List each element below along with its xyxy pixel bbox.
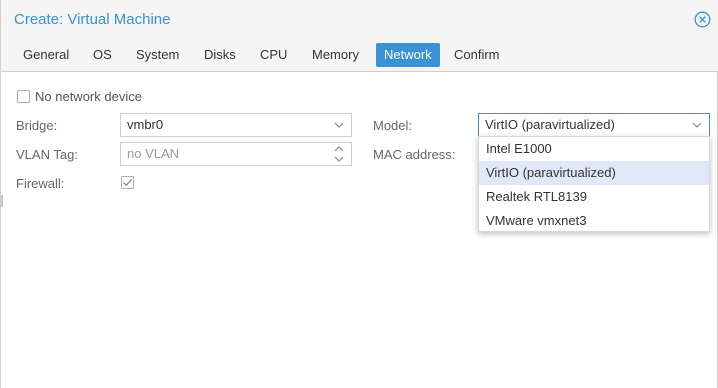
dialog-titlebar: Create: Virtual Machine bbox=[1, 0, 718, 38]
mac-address-label: MAC address: bbox=[373, 147, 456, 162]
bridge-value: vmbr0 bbox=[127, 117, 164, 132]
tab-general[interactable]: General bbox=[15, 43, 77, 67]
bridge-dropdown-trigger[interactable] bbox=[327, 114, 351, 136]
tab-system[interactable]: System bbox=[128, 43, 187, 67]
tab-cpu[interactable]: CPU bbox=[252, 43, 295, 67]
create-vm-dialog: Create: Virtual Machine General OS Syste… bbox=[0, 0, 718, 388]
chevron-down-icon bbox=[692, 122, 702, 128]
up-down-spinner-icon bbox=[334, 146, 344, 162]
bridge-label: Bridge: bbox=[16, 118, 58, 133]
no-network-device-checkbox[interactable] bbox=[17, 90, 30, 103]
model-option-intel-e1000[interactable]: Intel E1000 bbox=[479, 137, 709, 161]
tab-os[interactable]: OS bbox=[85, 43, 120, 67]
model-option-realtek-rtl8139[interactable]: Realtek RTL8139 bbox=[479, 185, 709, 209]
tab-disks[interactable]: Disks bbox=[196, 43, 244, 67]
close-button[interactable] bbox=[694, 11, 711, 28]
vlan-tag-label: VLAN Tag: bbox=[16, 147, 78, 162]
model-option-virtio[interactable]: VirtIO (paravirtualized) bbox=[479, 161, 709, 185]
tab-memory[interactable]: Memory bbox=[304, 43, 367, 67]
model-value: VirtIO (paravirtualized) bbox=[485, 117, 615, 132]
wizard-tab-bar: General OS System Disks CPU Memory Netwo… bbox=[1, 38, 718, 72]
close-circle-icon bbox=[694, 11, 711, 28]
check-icon bbox=[123, 179, 132, 187]
tab-confirm[interactable]: Confirm bbox=[446, 43, 508, 67]
firewall-checkbox[interactable] bbox=[121, 176, 134, 189]
model-select[interactable]: VirtIO (paravirtualized) bbox=[478, 113, 710, 137]
model-dropdown-list: Intel E1000 VirtIO (paravirtualized) Rea… bbox=[478, 136, 710, 232]
model-label: Model: bbox=[373, 118, 413, 133]
firewall-label: Firewall: bbox=[16, 176, 65, 191]
bridge-select[interactable]: vmbr0 bbox=[120, 113, 352, 137]
tab-network[interactable]: Network bbox=[376, 43, 440, 67]
vlan-tag-placeholder: no VLAN bbox=[127, 146, 180, 161]
vlan-tag-input[interactable]: no VLAN bbox=[120, 142, 352, 166]
model-option-vmware-vmxnet3[interactable]: VMware vmxnet3 bbox=[479, 209, 709, 233]
dialog-edge bbox=[1, 195, 3, 207]
dialog-title: Create: Virtual Machine bbox=[14, 11, 171, 28]
model-dropdown-trigger[interactable] bbox=[685, 114, 709, 136]
no-network-device-label: No network device bbox=[35, 89, 142, 104]
chevron-down-icon bbox=[334, 122, 344, 128]
vlan-tag-spinner[interactable] bbox=[327, 143, 351, 165]
